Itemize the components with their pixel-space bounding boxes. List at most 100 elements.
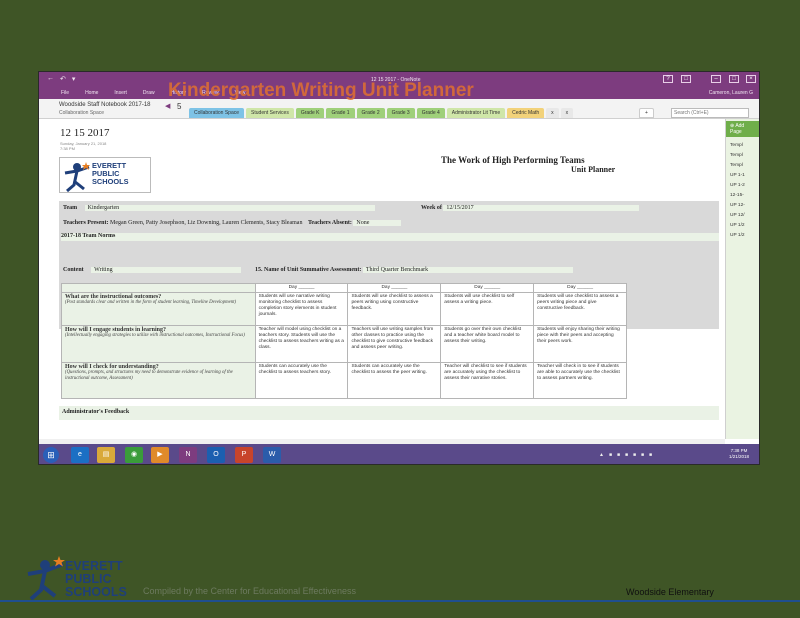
minimize-icon[interactable]: – — [711, 75, 721, 83]
section-tab[interactable]: Grade 4 — [416, 108, 445, 118]
page-canvas: 12 15 2017 Sunday, January 21, 2018 7:38… — [39, 119, 725, 439]
notebook-name[interactable]: Woodside Staff Notebook 2017-18 — [59, 102, 151, 108]
team-row: Team Kindergarten — [63, 205, 375, 211]
section-tabs: Collaboration Space Student Services Grade… — [189, 108, 574, 118]
section-tab[interactable]: x — [560, 108, 574, 118]
onenote-icon[interactable]: N — [179, 447, 197, 463]
menu-insert[interactable]: Insert — [114, 90, 127, 96]
search-input[interactable]: Search (Ctrl+E) — [671, 108, 749, 118]
clock[interactable]: 7:38 PM 1/21/2018 — [729, 448, 749, 460]
page-list-item[interactable]: Templ — [726, 151, 759, 161]
system-tray[interactable]: ▲■■■■■■ — [599, 452, 657, 458]
content-row: Content Writing — [63, 267, 242, 273]
section-tab[interactable]: x — [546, 108, 559, 118]
close-icon[interactable]: × — [746, 75, 756, 83]
footer-logo-text: EVERETT PUBLIC SCHOOLS — [65, 559, 127, 599]
file-explorer-icon[interactable]: ▤ — [97, 447, 115, 463]
present-field[interactable]: Megan Green, Patty Josephson, Liz Downin… — [110, 220, 302, 226]
question-cell: How will I engage students in learning?(… — [61, 325, 256, 363]
menu-draw[interactable]: Draw — [143, 90, 155, 96]
page-list-item[interactable]: UP 1/2 — [726, 221, 759, 231]
page-list-item[interactable]: UP 12- — [726, 201, 759, 211]
page-list-item[interactable]: UP 12/ — [726, 211, 759, 221]
menu-file[interactable]: File — [61, 90, 69, 96]
table-header-row: Day ______ Day ______ Day ______ Day ___… — [61, 283, 627, 293]
district-logo: EVERETT PUBLIC SCHOOLS — [59, 157, 151, 193]
quick-access-toolbar: ← ↶ ▾ — [47, 75, 75, 83]
table-cell[interactable]: Students will enjoy sharing their writin… — [533, 325, 627, 363]
help-icon[interactable]: ? — [663, 75, 673, 83]
media-player-icon[interactable]: ▶ — [151, 447, 169, 463]
vertical-scrollbar[interactable] — [756, 124, 759, 444]
add-section-icon[interactable]: + — [639, 108, 654, 118]
norms-row: 2017-18 Team Norms — [61, 233, 719, 241]
content-field[interactable]: Writing — [91, 267, 242, 273]
page-list-item[interactable]: UP 1-1 — [726, 171, 759, 181]
onenote-window: ← ↶ ▾ 12 15 2017 - OneNote File Home Ins… — [38, 71, 760, 465]
section-tab[interactable]: Cedric Math — [507, 108, 545, 118]
ie-icon[interactable]: e — [71, 447, 89, 463]
chrome-icon[interactable]: ◉ — [125, 447, 143, 463]
team-label: Team — [63, 205, 78, 211]
word-icon[interactable]: W — [263, 447, 281, 463]
table-cell[interactable]: Teacher will check in to see if students… — [533, 362, 627, 399]
table-cell[interactable]: Teacher will checklist to see if student… — [440, 362, 535, 399]
present-label: Teachers Present: — [63, 220, 109, 226]
section-tab[interactable]: Grade 2 — [356, 108, 385, 118]
section-tab[interactable]: Grade 1 — [326, 108, 355, 118]
section-tab[interactable]: Administrator Lit Time — [446, 108, 506, 118]
undo-icon[interactable]: ↶ — [60, 75, 66, 83]
page-list-item[interactable]: Templ — [726, 141, 759, 151]
menu-home[interactable]: Home — [85, 90, 98, 96]
table-cell[interactable]: Teachers will use writing samples from o… — [347, 325, 442, 363]
table-cell[interactable]: Students can accurately use the checklis… — [254, 362, 349, 399]
page-list-item[interactable]: UP 1/2 — [726, 231, 759, 241]
day-header[interactable]: Day ______ — [254, 283, 349, 293]
school-name: Woodside Elementary — [626, 587, 714, 597]
table-cell[interactable]: Students go over their own checklist and… — [440, 325, 535, 363]
ribbon-display-icon[interactable]: □ — [681, 75, 691, 83]
table-corner — [61, 283, 256, 293]
section-tab[interactable]: Grade 3 — [386, 108, 415, 118]
absent-field[interactable]: None — [353, 220, 402, 226]
start-button[interactable]: ⊞ — [43, 447, 59, 463]
table-row: What are the instructional outcomes? (Pos… — [61, 292, 627, 326]
week-field[interactable]: 12/15/2017 — [443, 205, 640, 211]
week-label: Week of — [421, 205, 442, 211]
day-header[interactable]: Day ______ — [533, 283, 627, 293]
assessment-row: 15. Name of Unit Summative Assessment: T… — [255, 267, 573, 273]
table-cell[interactable]: Students will use checklist to assess a … — [347, 292, 442, 326]
page-title[interactable]: 12 15 2017 — [60, 127, 110, 139]
team-field[interactable]: Kindergarten — [84, 205, 375, 211]
page-list-item[interactable]: UP 1-2 — [726, 181, 759, 191]
customize-icon[interactable]: ▾ — [72, 75, 76, 83]
slide-title: Kindergarten Writing Unit Planner — [168, 80, 474, 101]
chevron-left-icon[interactable]: ◀ — [165, 102, 170, 110]
notebook-bar: Woodside Staff Notebook 2017-18 Collabor… — [39, 99, 759, 119]
back-icon[interactable]: ← — [47, 75, 54, 83]
powerpoint-icon[interactable]: P — [235, 447, 253, 463]
add-page-button[interactable]: ⊕ Add Page — [726, 121, 759, 137]
table-cell[interactable]: Students will use narrative writing moni… — [254, 292, 349, 326]
outlook-icon[interactable]: O — [207, 447, 225, 463]
planner-subheading: Unit Planner — [571, 165, 616, 174]
day-header[interactable]: Day ______ — [347, 283, 442, 293]
table-cell[interactable]: Students will use checklist to assess a … — [533, 292, 627, 326]
assessment-field[interactable]: Third Quarter Benchmark — [362, 267, 573, 273]
section-tab[interactable]: Grade K — [295, 108, 325, 118]
page-list-item[interactable]: 12-15- — [726, 191, 759, 201]
content-label: Content — [63, 267, 84, 273]
compiled-by-text: Compiled by the Center for Educational E… — [143, 586, 356, 596]
admin-feedback[interactable]: Administrator's Feedback — [59, 406, 719, 420]
page-list-item[interactable]: Templ — [726, 161, 759, 171]
norms-link[interactable]: 2017-18 Team Norms — [61, 233, 115, 239]
section-tab[interactable]: Collaboration Space — [189, 108, 245, 118]
section-tab[interactable]: Student Services — [246, 108, 294, 118]
maximize-icon[interactable]: □ — [729, 75, 739, 83]
day-header[interactable]: Day ______ — [440, 283, 535, 293]
table-cell[interactable]: Teacher will model using checklist on a … — [254, 325, 349, 363]
district-logo-icon — [27, 556, 65, 601]
table-cell[interactable]: Students will use checklist to self asse… — [440, 292, 535, 326]
table-cell[interactable]: Students can accurately use the checklis… — [347, 362, 442, 399]
user-name[interactable]: Cameron, Lauren G — [709, 90, 753, 96]
